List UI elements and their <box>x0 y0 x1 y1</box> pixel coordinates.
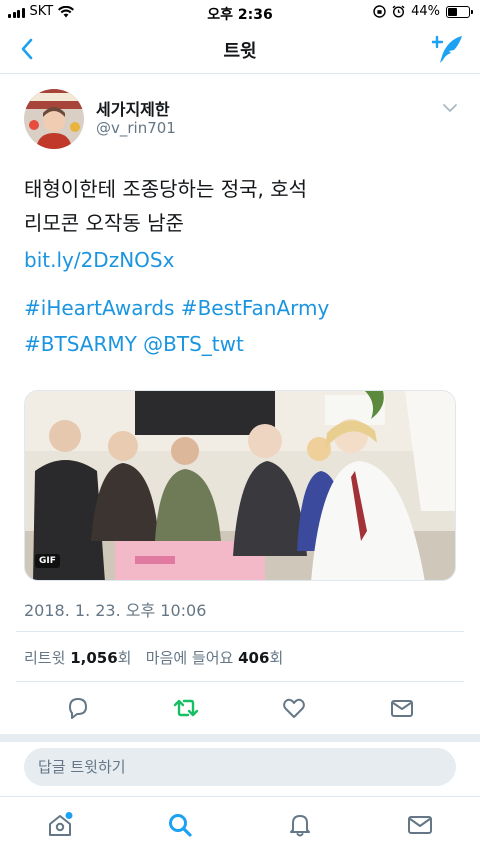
hashtag-line[interactable]: #BTSARMY @BTS_twt <box>24 326 464 362</box>
display-name[interactable]: 세가지제한 <box>96 96 170 120</box>
tweet-timestamp: 2018. 1. 23. 오후 10:06 <box>24 601 207 620</box>
direct-message-icon[interactable] <box>388 694 416 722</box>
retweet-icon[interactable] <box>172 694 200 722</box>
user-handle[interactable]: @v_rin701 <box>96 119 176 137</box>
messages-icon[interactable] <box>406 811 434 839</box>
page-title: 트윗 <box>223 41 257 62</box>
tweet-text-line: 리모콘 오작동 남준 <box>24 211 184 235</box>
hashtag-line[interactable]: #iHeartAwards #BestFanArmy <box>24 290 464 326</box>
status-right: 44% <box>373 4 473 19</box>
compose-feather-icon[interactable] <box>432 32 466 66</box>
avatar[interactable] <box>24 89 84 149</box>
likes-unit: 회 <box>269 649 284 667</box>
section-separator <box>0 734 480 742</box>
hashtags: #iHeartAwards #BestFanArmy #BTSARMY @BTS… <box>24 290 464 362</box>
tweet-text: 태형이한테 조종당하는 정국, 호석 리모콘 오작동 남준 <box>24 172 464 240</box>
alarm-icon <box>392 5 405 18</box>
divider <box>16 631 464 632</box>
orientation-lock-icon <box>373 5 386 18</box>
avatar-image <box>24 89 84 149</box>
gif-badge: GIF <box>35 554 60 568</box>
chevron-down-icon[interactable] <box>440 98 460 118</box>
tweet-text-line: 태형이한테 조종당하는 정국, 호석 <box>24 177 308 201</box>
notifications-icon[interactable] <box>286 811 314 839</box>
tweet-stats: 리트윗 1,056회 마음에 들어요 406회 <box>24 647 283 668</box>
nav-bar: 트윗 <box>0 24 480 74</box>
search-icon[interactable] <box>166 811 194 839</box>
battery-percent: 44% <box>411 4 440 19</box>
battery-icon <box>446 5 473 18</box>
gif-frame-image <box>25 391 455 580</box>
tab-bar <box>0 796 480 853</box>
likes-label[interactable]: 마음에 들어요 <box>146 649 234 667</box>
heart-icon[interactable] <box>280 694 308 722</box>
retweets-label[interactable]: 리트윗 <box>24 649 65 667</box>
tweet-link[interactable]: bit.ly/2DzNOSx <box>24 248 174 272</box>
reply-input[interactable]: 답글 트윗하기 <box>24 748 456 786</box>
retweets-count[interactable]: 1,056 <box>70 649 117 667</box>
tweet-media-gif[interactable]: GIF <box>24 390 456 581</box>
reply-icon[interactable] <box>64 694 92 722</box>
likes-count[interactable]: 406 <box>238 649 269 667</box>
status-bar: SKT 오후 2:36 44% <box>0 0 480 24</box>
divider <box>16 681 464 682</box>
retweets-unit: 회 <box>117 649 132 667</box>
tweet-actions <box>0 690 480 726</box>
battery-fill <box>448 7 457 16</box>
home-icon[interactable] <box>46 811 74 839</box>
